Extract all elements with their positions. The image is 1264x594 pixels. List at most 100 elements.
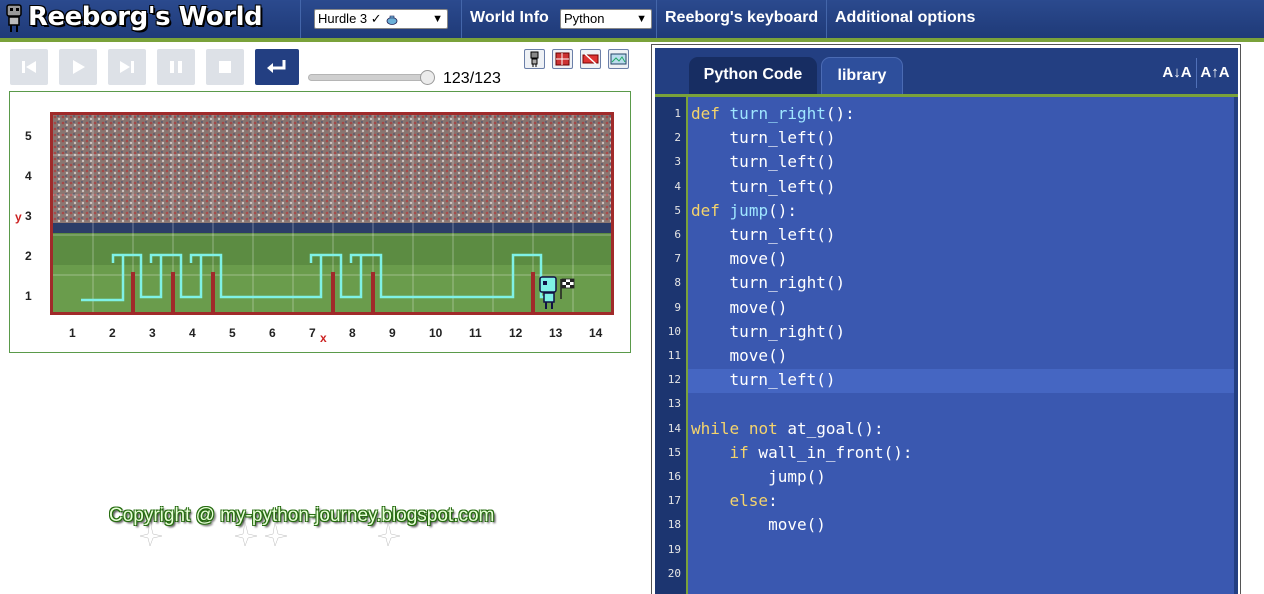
- code-line[interactable]: if wall_in_front():: [691, 443, 913, 462]
- additional-options-link[interactable]: Additional options: [835, 9, 975, 27]
- stop-button[interactable]: [206, 49, 244, 85]
- y-tick: 4: [25, 169, 32, 183]
- stadium-background: [53, 115, 611, 312]
- speed-slider-handle[interactable]: [420, 70, 435, 85]
- speed-slider[interactable]: [308, 74, 432, 81]
- code-line[interactable]: turn_left(): [691, 128, 836, 147]
- x-tick: 7: [309, 326, 316, 340]
- x-tick: 14: [589, 326, 603, 340]
- world-icon: [555, 52, 570, 66]
- line-number: 6: [674, 228, 681, 241]
- world-details-button[interactable]: [552, 49, 573, 69]
- teapot-icon: [386, 15, 398, 25]
- language-select-value: Python: [564, 11, 605, 26]
- step-counter: 123/123: [443, 70, 501, 87]
- robot-icon: [530, 51, 539, 67]
- world-info-link[interactable]: World Info: [470, 9, 549, 27]
- x-axis-label: x: [320, 331, 327, 345]
- language-select[interactable]: Python ▼: [560, 9, 652, 29]
- code-line[interactable]: turn_left(): [691, 225, 836, 244]
- line-number: 2: [674, 131, 681, 145]
- line-number: 16: [667, 470, 681, 483]
- divider: [300, 0, 301, 38]
- line-number: 3: [674, 155, 681, 169]
- editor-right-edge: [1234, 97, 1238, 594]
- return-icon: [267, 60, 286, 73]
- y-tick: 3: [25, 209, 32, 223]
- tab-library[interactable]: library: [821, 57, 903, 95]
- robot-details-button[interactable]: [524, 49, 545, 69]
- line-number: 15: [667, 445, 681, 459]
- divider: [826, 0, 827, 38]
- x-tick: 13: [549, 326, 563, 340]
- line-number: 10: [667, 324, 681, 338]
- code-line[interactable]: else:: [691, 491, 778, 510]
- line-number: 7: [674, 252, 681, 266]
- line-number: 5: [674, 203, 681, 217]
- x-tick: 3: [149, 326, 156, 340]
- divider: [461, 0, 462, 38]
- line-number: 11: [667, 349, 681, 362]
- pause-button[interactable]: [157, 49, 195, 85]
- code-line[interactable]: turn_left(): [691, 370, 836, 389]
- code-line[interactable]: move(): [691, 298, 788, 317]
- step-icon: [120, 61, 134, 73]
- line-number: 1: [674, 107, 681, 120]
- line-number: 14: [667, 421, 681, 435]
- play-button[interactable]: [59, 49, 97, 85]
- world-background-image: [50, 112, 614, 315]
- x-tick: 6: [269, 326, 276, 340]
- line-number: 9: [674, 300, 681, 314]
- line-number: 4: [674, 179, 681, 193]
- pause-icon: [170, 61, 182, 73]
- code-line[interactable]: turn_left(): [691, 177, 836, 196]
- code-line[interactable]: def jump():: [691, 201, 797, 220]
- reload-button[interactable]: [10, 49, 48, 85]
- y-tick: 2: [25, 249, 32, 263]
- step-button[interactable]: [108, 49, 146, 85]
- tab-python-code[interactable]: Python Code: [689, 57, 817, 95]
- x-tick: 2: [109, 326, 116, 340]
- x-tick: 5: [229, 326, 236, 340]
- world-select-value: Hurdle 3 ✓: [318, 11, 382, 26]
- x-tick: 9: [389, 326, 396, 340]
- code-line[interactable]: move(): [691, 249, 788, 268]
- keyboard-link[interactable]: Reeborg's keyboard: [665, 9, 818, 27]
- line-number: 8: [674, 276, 681, 290]
- reeborg-robot-icon: [6, 4, 22, 32]
- chevron-down-icon: ▼: [636, 13, 647, 25]
- code-line[interactable]: while not at_goal():: [691, 419, 884, 438]
- code-line[interactable]: move(): [691, 346, 788, 365]
- line-number: 18: [667, 518, 681, 532]
- top-bar-accent-line: [0, 38, 1264, 42]
- x-tick: 10: [429, 326, 443, 340]
- return-button[interactable]: [255, 49, 299, 85]
- code-line[interactable]: jump(): [691, 467, 826, 486]
- code-line[interactable]: move(): [691, 515, 826, 534]
- gallery-icon: [610, 53, 627, 65]
- edit-world-icon: [582, 53, 599, 65]
- increase-font-button[interactable]: A↑A: [1197, 56, 1233, 90]
- chevron-down-icon: ▼: [432, 13, 443, 25]
- code-line[interactable]: turn_left(): [691, 152, 836, 171]
- x-tick: 1: [69, 326, 76, 340]
- line-number: 20: [667, 566, 681, 580]
- line-number: 19: [667, 542, 681, 556]
- code-line[interactable]: turn_right(): [691, 322, 846, 341]
- stop-icon: [219, 61, 231, 73]
- x-tick: 8: [349, 326, 356, 340]
- world-gallery-button[interactable]: [608, 49, 629, 69]
- y-tick: 5: [25, 129, 32, 143]
- y-tick: 1: [25, 289, 32, 303]
- decrease-font-button[interactable]: A↓A: [1159, 56, 1195, 90]
- edit-world-button[interactable]: [580, 49, 601, 69]
- play-icon: [73, 60, 85, 74]
- reload-icon: [22, 61, 36, 73]
- x-tick: 11: [469, 326, 482, 340]
- code-line[interactable]: turn_right(): [691, 273, 846, 292]
- x-tick: 12: [509, 326, 523, 340]
- world-select[interactable]: Hurdle 3 ✓ ▼: [314, 9, 448, 29]
- line-number: 13: [667, 397, 681, 411]
- app-logo: Reeborg's World: [0, 0, 290, 38]
- code-line[interactable]: def turn_right():: [691, 104, 855, 123]
